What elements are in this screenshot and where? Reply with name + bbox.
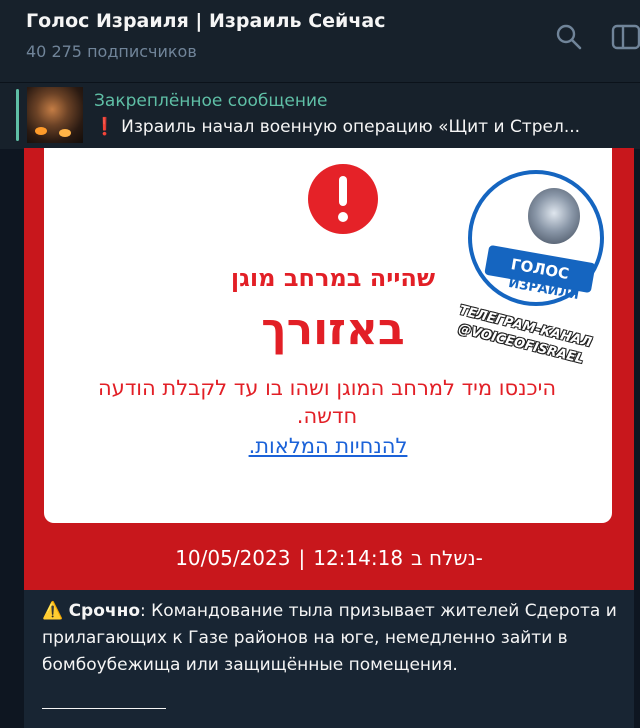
message-separator (42, 708, 166, 709)
alert-exclamation-icon (308, 164, 378, 234)
full-instructions-link[interactable]: להנחיות המלאות. (44, 434, 612, 458)
warning-icon: ⚠️ (42, 601, 64, 621)
subscriber-count: 40 275 подписчиков (26, 42, 197, 61)
search-icon[interactable] (554, 22, 584, 52)
channel-title[interactable]: Голос Израиля | Израиль Сейчас (26, 10, 385, 32)
pinned-preview: Израиль начал военную операцию «Щит и Ст… (121, 117, 581, 137)
message-text: ⚠️ Срочно: Командование тыла призывает ж… (42, 598, 617, 679)
alert-card: שהייה במרחב מוגן באזורך היכנסו מיד למרחב… (44, 148, 612, 523)
chat-header: Голос Израиля | Израиль Сейчас 40 275 по… (0, 0, 640, 82)
pinned-message-bar[interactable]: Закреплённое сообщение ❗ Израиль начал во… (0, 82, 640, 149)
alert-date: 10/05/2023 (175, 546, 291, 570)
pinned-thumbnail (27, 87, 83, 143)
logo-portrait (528, 188, 580, 244)
pinned-label: Закреплённое сообщение (94, 91, 328, 111)
alert-instruction: היכנסו מיד למרחב המוגן ושהו בו עד לקבלת … (97, 376, 557, 428)
timestamp-separator: | (298, 546, 306, 570)
alert-timestamp: 10/05/2023 | 12:14:18 נשלח ב- (24, 546, 634, 570)
exclamation-icon: ❗ (94, 117, 116, 137)
sidebar-toggle-icon[interactable] (610, 22, 640, 52)
message-bubble: ⚠️ Срочно: Командование тыла призывает ж… (24, 590, 634, 728)
message-urgent-label: Срочно (68, 601, 140, 621)
pinned-accent-line (16, 89, 19, 141)
voice-of-israel-logo: ГОЛОС ИЗРАИЛЯ (468, 170, 604, 306)
sent-label: נשלח ב- (411, 546, 483, 570)
alert-time: 12:14:18 (313, 546, 404, 570)
message-image[interactable]: שהייה במרחב מוגן באזורך היכנסו מיד למרחב… (24, 148, 634, 590)
pinned-text: ❗ Израиль начал военную операцию «Щит и С… (94, 117, 580, 137)
